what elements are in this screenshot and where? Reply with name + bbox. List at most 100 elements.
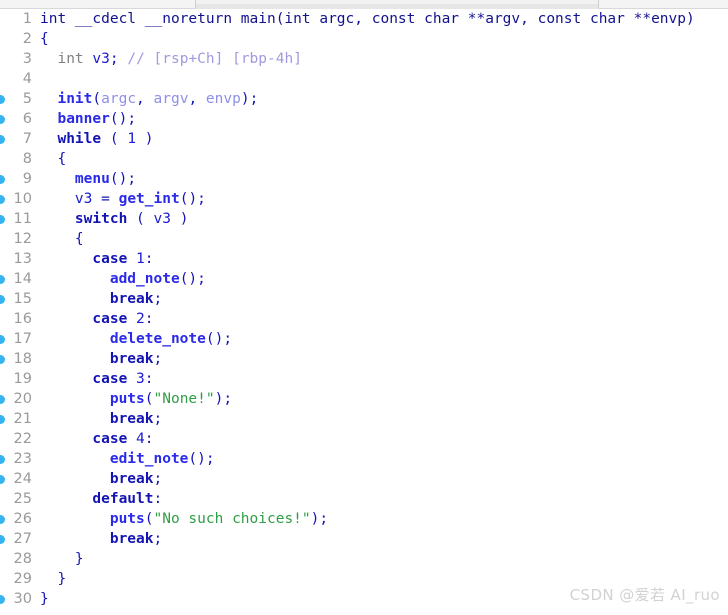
address-marker-icon[interactable] [0, 209, 9, 229]
code-line[interactable]: 7 while ( 1 ) [0, 129, 728, 149]
code-text[interactable]: delete_note(); [40, 329, 232, 349]
code-line[interactable]: 21 break; [0, 409, 728, 429]
watermark-label: CSDN @爱若 AI_ruo [569, 586, 720, 604]
code-text[interactable]: case 3: [40, 369, 153, 389]
code-line[interactable]: 20 puts("None!"); [0, 389, 728, 409]
code-text[interactable]: break; [40, 469, 162, 489]
code-text[interactable]: break; [40, 289, 162, 309]
code-line[interactable]: 1 int __cdecl __noreturn main(int argc, c… [0, 9, 728, 29]
code-line[interactable]: 4 [0, 69, 728, 89]
code-text[interactable]: puts("None!"); [40, 389, 232, 409]
code-line[interactable]: 13 case 1: [0, 249, 728, 269]
address-marker-slot [0, 249, 9, 269]
code-text[interactable]: { [40, 149, 66, 169]
code-line[interactable]: 27 break; [0, 529, 728, 549]
address-marker-slot [0, 29, 9, 49]
line-number: 26 [13, 511, 32, 527]
code-line[interactable]: 25 default: [0, 489, 728, 509]
address-marker-icon[interactable] [0, 409, 9, 429]
address-marker-icon[interactable] [0, 529, 9, 549]
code-text[interactable]: int __cdecl __noreturn main(int argc, co… [40, 9, 695, 29]
code-text[interactable]: puts("No such choices!"); [40, 509, 328, 529]
code-text[interactable]: } [40, 589, 49, 609]
address-marker-slot [0, 369, 9, 389]
code-line[interactable]: 16 case 2: [0, 309, 728, 329]
code-line[interactable]: 11 switch ( v3 ) [0, 209, 728, 229]
address-marker-slot [0, 9, 9, 29]
code-text[interactable]: { [40, 29, 49, 49]
code-text[interactable]: init(argc, argv, envp); [40, 89, 258, 109]
address-marker-icon[interactable] [0, 289, 9, 309]
line-number: 1 [22, 11, 32, 27]
address-marker-icon[interactable] [0, 169, 9, 189]
code-line[interactable]: 24 break; [0, 469, 728, 489]
code-text[interactable]: break; [40, 349, 162, 369]
line-number: 19 [13, 371, 32, 387]
code-text[interactable]: switch ( v3 ) [40, 209, 189, 229]
code-line[interactable]: 23 edit_note(); [0, 449, 728, 469]
address-marker-slot [0, 549, 9, 569]
code-line[interactable]: 15 break; [0, 289, 728, 309]
line-number: 11 [13, 211, 32, 227]
code-text[interactable]: default: [40, 489, 162, 509]
address-marker-icon[interactable] [0, 89, 9, 109]
code-text[interactable]: { [40, 229, 84, 249]
code-line[interactable]: 18 break; [0, 349, 728, 369]
line-number: 17 [13, 331, 32, 347]
code-text[interactable]: while ( 1 ) [40, 129, 153, 149]
address-marker-slot [0, 429, 9, 449]
code-line[interactable]: 5 init(argc, argv, envp); [0, 89, 728, 109]
code-line[interactable]: 8 { [0, 149, 728, 169]
code-line[interactable]: 14 add_note(); [0, 269, 728, 289]
line-number: 21 [13, 411, 32, 427]
address-marker-icon[interactable] [0, 129, 9, 149]
code-text[interactable]: break; [40, 529, 162, 549]
line-number: 25 [13, 491, 32, 507]
pseudocode-window: 1 int __cdecl __noreturn main(int argc, c… [0, 0, 728, 615]
address-marker-slot [0, 309, 9, 329]
code-text[interactable]: v3 = get_int(); [40, 189, 206, 209]
code-line[interactable]: 6 banner(); [0, 109, 728, 129]
code-line[interactable]: 2{ [0, 29, 728, 49]
line-number: 20 [13, 391, 32, 407]
address-marker-slot [0, 229, 9, 249]
address-marker-icon[interactable] [0, 449, 9, 469]
line-number: 7 [22, 131, 32, 147]
code-listing[interactable]: 1 int __cdecl __noreturn main(int argc, c… [0, 9, 728, 615]
code-text[interactable]: case 1: [40, 249, 153, 269]
code-text[interactable]: break; [40, 409, 162, 429]
code-text[interactable]: menu(); [40, 169, 136, 189]
line-number: 23 [13, 451, 32, 467]
code-text[interactable]: case 4: [40, 429, 153, 449]
code-text[interactable]: case 2: [40, 309, 153, 329]
code-text[interactable]: } [40, 569, 66, 589]
code-text[interactable]: banner(); [40, 109, 136, 129]
code-text[interactable]: int v3; // [rsp+Ch] [rbp-4h] [40, 49, 301, 69]
address-marker-icon[interactable] [0, 589, 9, 609]
code-text[interactable]: edit_note(); [40, 449, 215, 469]
code-line[interactable]: 12 { [0, 229, 728, 249]
code-line[interactable]: 10 v3 = get_int(); [0, 189, 728, 209]
address-marker-icon[interactable] [0, 469, 9, 489]
address-marker-icon[interactable] [0, 269, 9, 289]
address-marker-icon[interactable] [0, 189, 9, 209]
line-number: 6 [22, 111, 32, 127]
line-number: 3 [22, 51, 32, 67]
code-line[interactable]: 17 delete_note(); [0, 329, 728, 349]
address-marker-icon[interactable] [0, 509, 9, 529]
code-line[interactable]: 3 int v3; // [rsp+Ch] [rbp-4h] [0, 49, 728, 69]
address-marker-icon[interactable] [0, 349, 9, 369]
address-marker-icon[interactable] [0, 109, 9, 129]
address-marker-icon[interactable] [0, 389, 9, 409]
code-text[interactable]: add_note(); [40, 269, 206, 289]
address-marker-icon[interactable] [0, 329, 9, 349]
code-line[interactable]: 28 } [0, 549, 728, 569]
code-text[interactable]: } [40, 549, 84, 569]
code-line[interactable]: 9 menu(); [0, 169, 728, 189]
code-line[interactable]: 19 case 3: [0, 369, 728, 389]
code-line[interactable]: 22 case 4: [0, 429, 728, 449]
code-line[interactable]: 26 puts("No such choices!"); [0, 509, 728, 529]
line-number: 8 [22, 151, 32, 167]
line-number: 5 [22, 91, 32, 107]
line-number: 2 [22, 31, 32, 47]
